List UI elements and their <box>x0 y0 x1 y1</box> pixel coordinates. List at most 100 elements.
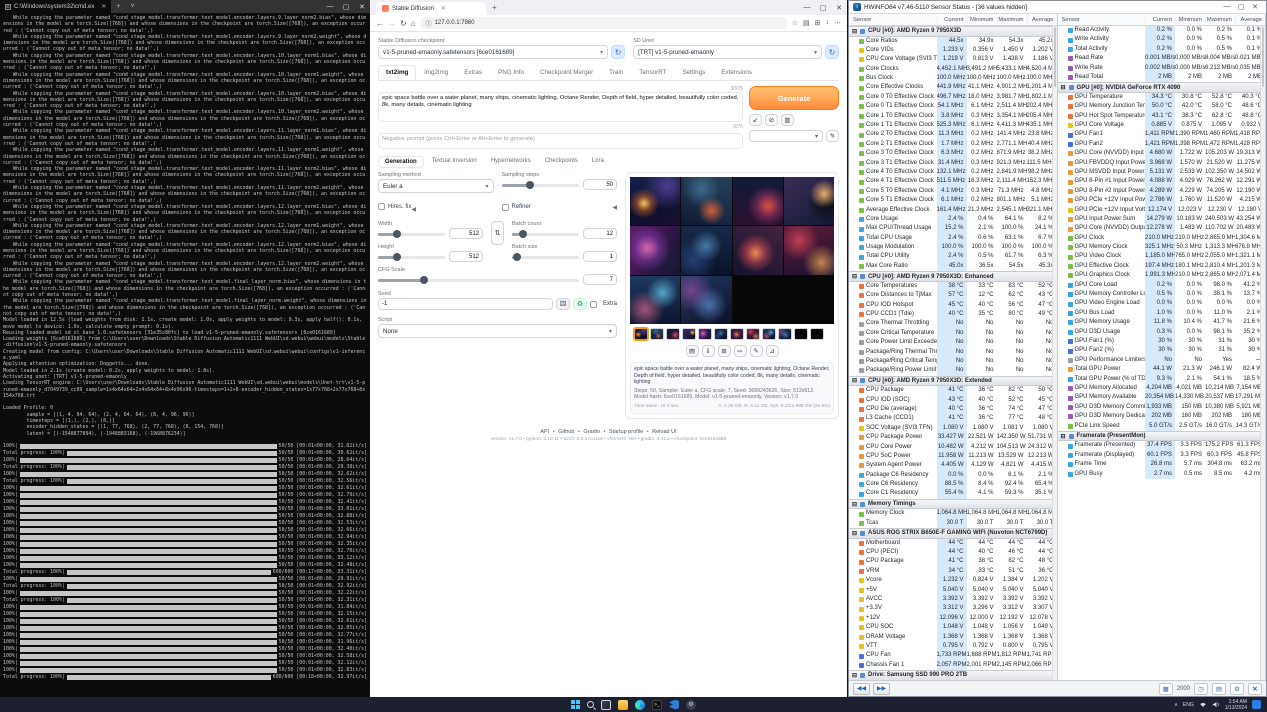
sensor-row[interactable]: CPU IOD (SOC)43 °C40 °C52 °C45 °C <box>849 396 1057 405</box>
new-tab-button[interactable]: + <box>111 3 125 10</box>
sampling-method-dropdown[interactable]: Euler a▾ <box>378 179 494 193</box>
sensor-row[interactable]: +12V12.096 V12.000 V12.192 V12.078 V <box>849 614 1057 623</box>
minimize-button[interactable]: — <box>1220 3 1234 11</box>
sensor-row[interactable]: Read Activity0.2 %0.0 %0.2 %0.1 % <box>1058 26 1266 35</box>
edit-styles-button[interactable]: ✎ <box>826 130 839 142</box>
column-header-average[interactable]: Average <box>1027 17 1057 23</box>
scrollbar[interactable] <box>1052 26 1057 682</box>
sensor-row[interactable]: Read Rate0.001 MB/s0.000 MB/s8.004 MB/s0… <box>1058 54 1266 63</box>
sensor-row[interactable]: Max Core Ratio45.0x36.5x54.5x45.3x <box>849 262 1057 271</box>
thumbnail[interactable] <box>682 328 696 340</box>
sensor-row[interactable]: GPU Fan1 (%)30 %30 %31 %30 % <box>1058 337 1266 346</box>
sd-unet-dropdown[interactable]: [TRT] v1-5-pruned-emaonly▾ <box>633 45 822 59</box>
sensor-row[interactable]: GPU MSVDD Input Power5.131 W2.533 W102.3… <box>1058 168 1266 177</box>
sensor-row[interactable]: Chassis Fan 12,057 RPM2,001 RPM2,145 RPM… <box>849 661 1057 670</box>
send-to-img2img-button[interactable]: ⇨ <box>734 345 747 357</box>
sensor-row[interactable]: Core C6 Residency88.5 %8.4 %92.4 %65.4 % <box>849 480 1057 489</box>
file-explorer-icon[interactable] <box>618 700 628 710</box>
sensor-row[interactable]: Core 4 T1 Effective Clock511.5 MHz16.3 M… <box>849 177 1057 186</box>
settings-menu-icon[interactable]: ⋯ <box>834 19 841 27</box>
sensor-row[interactable]: GPU Graphics Clock1,991.3 MHz210.0 MHz2,… <box>1058 271 1266 280</box>
footer-link-github[interactable]: Github <box>558 429 574 435</box>
sensor-row[interactable]: GPU Clock210.0 MHz210.0 MHz2,865.0 MHz1,… <box>1058 234 1266 243</box>
sensor-row[interactable]: Package/Ring Power Limit ExceededNoNoNoN… <box>849 366 1057 375</box>
sensor-row[interactable]: Write Activity0.2 %0.0 %0.5 %0.1 % <box>1058 35 1266 44</box>
thumbnail[interactable] <box>794 328 808 340</box>
address-bar[interactable]: ⓘ 127.0.0.1:7860 <box>420 17 788 29</box>
tab-settings[interactable]: Settings <box>674 65 713 80</box>
sensor-row[interactable]: CPU Core Voltage (SVI3 TFN)1.219 V0.813 … <box>849 55 1057 64</box>
close-button[interactable]: ✕ <box>1248 3 1262 11</box>
sensor-row[interactable]: Core 5 T1 Effective Clock6.1 MHz0.2 MHz8… <box>849 196 1057 205</box>
sensor-row[interactable]: GPU Memory Usage11.8 %10.4 %41.7 %21.6 % <box>1058 318 1266 327</box>
sensor-row[interactable]: +5V5.040 V5.040 V5.040 V5.040 V <box>849 586 1057 595</box>
sensor-row[interactable]: GPU Memory Junction Temperature50.0 °C42… <box>1058 102 1266 111</box>
sensor-row[interactable]: CPU SOC1.048 V1.048 V1.056 V1.049 V <box>849 623 1057 632</box>
sensor-row[interactable]: Package/Ring Thermal ThrottlingNoNoNoNo <box>849 348 1057 357</box>
search-icon[interactable] <box>587 701 594 708</box>
edge-browser-icon[interactable] <box>635 700 645 710</box>
thumbnail[interactable] <box>634 328 648 340</box>
browser-tab[interactable]: Stable Diffusion ✕ <box>376 2 486 15</box>
wifi-icon[interactable] <box>1199 701 1207 708</box>
generate-button[interactable]: Generate <box>749 86 839 110</box>
sensor-row[interactable]: GPU PCIe +12V Input Power2.786 W1.760 W1… <box>1058 196 1266 205</box>
sensor-row[interactable]: Core 4 T0 Effective Clock132.1 MHz0.2 MH… <box>849 168 1057 177</box>
sensor-row[interactable]: Core 2 T0 Effective Clock11.3 MHz0.2 MHz… <box>849 130 1057 139</box>
collapse-icon[interactable]: ⊟ <box>852 530 857 537</box>
split-screen-icon[interactable]: ⊞ <box>815 19 821 27</box>
tab-close-icon[interactable]: ✕ <box>441 5 446 12</box>
batch-size-input[interactable]: 1 <box>583 251 617 262</box>
subtab-checkpoints[interactable]: Checkpoints <box>539 156 584 168</box>
sensor-row[interactable]: GPU Core (NVVDD) Input Power4.680 W1.722… <box>1058 149 1266 158</box>
close-button[interactable]: ✕ <box>354 3 370 11</box>
hires-fix-checkbox[interactable] <box>378 203 385 210</box>
scrollbar[interactable] <box>1260 26 1265 682</box>
thumbnail[interactable] <box>810 328 824 340</box>
thumbnail[interactable] <box>730 328 744 340</box>
sensor-group[interactable]: ⊟CPU [#0]: AMD Ryzen 9 7950X3D <box>849 26 1057 37</box>
column-header-maximum[interactable]: Maximum <box>1205 17 1235 23</box>
sensor-group[interactable]: ⊟ASUS ROG STRIX B650E-F GAMING WIFI (Nuv… <box>849 528 1057 539</box>
sensor-row[interactable]: GPU Video Clock1,185.0 MHz765.0 MHz2,055… <box>1058 252 1266 261</box>
prompt-textarea[interactable]: epic space battle over a water planet, m… <box>378 92 743 122</box>
column-header-minimum[interactable]: Minimum <box>1175 17 1205 23</box>
random-seed-button[interactable]: ⚄ <box>556 298 570 310</box>
send-to-extras-button[interactable]: ⊿ <box>766 345 779 357</box>
subtab-lora[interactable]: Lora <box>586 156 610 168</box>
settings-gear-icon[interactable]: ⚙ <box>1230 683 1244 695</box>
site-info-icon[interactable]: ⓘ <box>426 19 432 28</box>
refiner-checkbox[interactable] <box>502 204 509 211</box>
favorites-star-icon[interactable]: ☆ <box>792 19 798 27</box>
collapse-icon[interactable]: ⊟ <box>852 672 857 679</box>
sensor-row[interactable]: GPU D3D Memory Committed1,933 MB150 MB10… <box>1058 403 1266 412</box>
sensor-row[interactable]: VTT0.795 V0.792 V0.800 V0.795 V <box>849 642 1057 651</box>
column-headers[interactable]: SensorCurrentMinimumMaximumAverage <box>1058 14 1266 26</box>
subtab-textual-inversion[interactable]: Textual Inversion <box>426 156 483 168</box>
tab-dropdown-icon[interactable]: ˅ <box>125 3 139 10</box>
sensor-row[interactable]: CPU CCD1 (Tdie)40 °C35 °C80 °C49 °C <box>849 310 1057 319</box>
sensor-row[interactable]: Core 5 T0 Effective Clock4.1 MHz0.3 MHz7… <box>849 187 1057 196</box>
sensor-row[interactable]: GPU D3D Memory Dedicated202 MB160 MB202 … <box>1058 412 1266 421</box>
sensor-row[interactable]: GPU Fan11,411 RPM1,390 RPM1,460 RPM1,418… <box>1058 130 1266 139</box>
sensor-row[interactable]: Core Distances to TjMax57 °C12 °C62 °C43… <box>849 291 1057 300</box>
thumbnail[interactable] <box>762 328 776 340</box>
collapse-icon[interactable]: ⊟ <box>852 28 857 35</box>
home-icon[interactable]: ⌂ <box>411 19 416 28</box>
new-tab-button[interactable]: + <box>486 3 503 12</box>
forward-icon[interactable]: → <box>388 19 396 28</box>
sensor-row[interactable]: Total CPU Utility2.4 %0.5 %61.7 %6.3 % <box>849 252 1057 261</box>
clear-prompt-button[interactable]: ⊘ <box>765 114 778 126</box>
sensor-row[interactable]: Core Clocks4,452.1 MHz3,491.2 MHz5,433.1… <box>849 65 1057 74</box>
sensor-row[interactable]: AVCC3.392 V3.392 V3.392 V3.392 V <box>849 595 1057 604</box>
sensor-row[interactable]: Core Thermal ThrottlingNoNoNoNo <box>849 319 1057 328</box>
thumbnail[interactable] <box>778 328 792 340</box>
sensor-row[interactable]: Core Usage2.4 %0.4 %64.1 %8.2 % <box>849 215 1057 224</box>
report-icon[interactable]: ▤ <box>1212 683 1226 695</box>
sensor-row[interactable]: GPU 8-Pin #1 Input Power4.088 W4.029 W76… <box>1058 177 1266 186</box>
thumbnail[interactable] <box>650 328 664 340</box>
graph-icon[interactable]: ▦ <box>1159 683 1173 695</box>
sensor-row[interactable]: Bus Clock100.0 MHz100.0 MHz100.0 MHz100.… <box>849 74 1057 83</box>
sensor-row[interactable]: Core 0 T0 Effective Clock496.7 MHz18.0 M… <box>849 93 1057 102</box>
maximize-button[interactable]: ▢ <box>338 3 354 11</box>
